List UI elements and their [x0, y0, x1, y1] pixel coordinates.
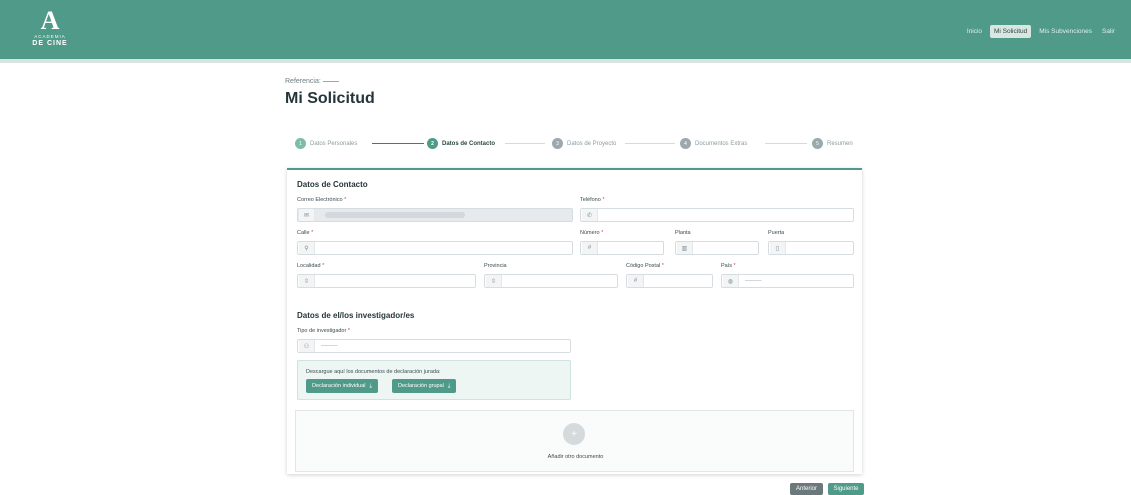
- street-field[interactable]: ⚲: [297, 241, 573, 255]
- phone-label: Teléfono *: [580, 197, 605, 203]
- email-field[interactable]: ✉: [297, 208, 573, 222]
- nav-mi-solicitud[interactable]: Mi Solicitud: [990, 25, 1032, 38]
- step-number: 2: [427, 138, 438, 149]
- step-label: Datos Personales: [310, 140, 358, 147]
- add-document-button[interactable]: +: [563, 423, 585, 445]
- step-number: 1: [295, 138, 306, 149]
- number-icon: #: [628, 275, 644, 287]
- logo-main: DE CINE: [32, 40, 68, 47]
- download-instructions: Descargue aquí los documentos de declara…: [306, 369, 441, 375]
- download-individual-label: Declaración individual: [312, 383, 366, 389]
- province-field[interactable]: ⇳: [484, 274, 618, 288]
- city-field[interactable]: ⇳: [297, 274, 476, 288]
- step-number: 3: [552, 138, 563, 149]
- phone-field[interactable]: ✆: [580, 208, 854, 222]
- stepper-connector: [372, 143, 424, 144]
- step-documentos-extras[interactable]: 4 Documentos Extras: [680, 138, 747, 149]
- top-navbar: A ACADEMIA DE CINE Inicio Mi Solicitud M…: [0, 0, 1131, 63]
- email-label: Correo Electrónico *: [297, 197, 347, 203]
- location-icon: ⇳: [486, 275, 502, 287]
- download-icon: ⤓: [447, 382, 451, 389]
- country-value: ———: [745, 278, 762, 284]
- nav-mis-subvenciones[interactable]: Mis Subvenciones: [1037, 25, 1094, 38]
- door-field[interactable]: ▯: [768, 241, 854, 255]
- door-icon: ▯: [770, 242, 786, 254]
- step-datos-personales[interactable]: 1 Datos Personales: [295, 138, 357, 149]
- contact-form-card: Datos de Contacto Correo Electrónico * ✉…: [287, 168, 862, 474]
- step-number: 4: [680, 138, 691, 149]
- download-icon: ⤓: [369, 382, 372, 389]
- country-label: País *: [721, 263, 736, 269]
- step-label: Datos de Proyecto: [567, 140, 617, 147]
- number-label: Número *: [580, 230, 604, 236]
- postal-code-field[interactable]: #: [626, 274, 713, 288]
- download-group-label: Declaración grupal: [398, 383, 444, 389]
- country-select[interactable]: ◍ ———: [721, 274, 854, 288]
- reference-label-text: Referencia:: [285, 78, 321, 85]
- plus-icon: +: [571, 428, 577, 440]
- download-group-button[interactable]: Declaración grupal ⤓: [392, 379, 457, 393]
- step-number: 5: [812, 138, 823, 149]
- envelope-icon: ✉: [299, 209, 315, 221]
- email-value-redacted: [325, 212, 465, 218]
- researcher-type-label: Tipo de investigador *: [297, 328, 350, 334]
- main-nav: Inicio Mi Solicitud Mis Subvenciones Sal…: [965, 25, 1117, 38]
- stepper-connector: [625, 143, 675, 144]
- logo-letter: A: [40, 6, 60, 35]
- previous-button[interactable]: Anterior: [790, 483, 823, 495]
- door-label: Puerta: [768, 230, 785, 236]
- researcher-type-value: ———: [321, 343, 338, 349]
- step-label: Resumen: [827, 140, 853, 147]
- reference-label: Referencia:: [285, 78, 339, 85]
- number-icon: #: [582, 242, 598, 254]
- nav-inicio[interactable]: Inicio: [965, 25, 984, 38]
- form-stepper: 1 Datos Personales 2 Datos de Contacto 3…: [295, 138, 855, 150]
- step-datos-contacto[interactable]: 2 Datos de Contacto: [427, 138, 495, 149]
- reference-value: [322, 80, 339, 82]
- users-icon: ⚇: [299, 340, 315, 352]
- add-document-area: + Añadir otro documento: [295, 410, 854, 472]
- section-title-investigadores: Datos de el/los investigador/es: [297, 311, 415, 320]
- street-label: Calle *: [297, 230, 314, 236]
- globe-icon: ◍: [723, 275, 739, 287]
- section-title-contacto: Datos de Contacto: [297, 180, 368, 189]
- download-individual-button[interactable]: Declaración individual ⤓: [306, 379, 378, 393]
- phone-icon: ✆: [582, 209, 598, 221]
- stepper-connector: [505, 143, 545, 144]
- page-title: Mi Solicitud: [285, 90, 375, 107]
- academia-logo[interactable]: A ACADEMIA DE CINE: [30, 8, 70, 56]
- location-icon: ⇳: [299, 275, 315, 287]
- next-button[interactable]: Siguiente: [828, 483, 864, 495]
- postal-code-label: Código Postal *: [626, 263, 664, 269]
- city-label: Localidad *: [297, 263, 325, 269]
- nav-salir[interactable]: Salir: [1100, 25, 1117, 38]
- map-pin-icon: ⚲: [299, 242, 315, 254]
- step-label: Documentos Extras: [695, 140, 748, 147]
- download-declarations-box: Descargue aquí los documentos de declara…: [297, 360, 571, 400]
- floor-label: Planta: [675, 230, 691, 236]
- step-label: Datos de Contacto: [442, 140, 496, 147]
- number-field[interactable]: #: [580, 241, 664, 255]
- stepper-connector: [765, 143, 807, 144]
- researcher-type-select[interactable]: ⚇ ———: [297, 339, 571, 353]
- step-datos-proyecto[interactable]: 3 Datos de Proyecto: [552, 138, 616, 149]
- step-resumen[interactable]: 5 Resumen: [812, 138, 853, 149]
- floor-field[interactable]: ▥: [675, 241, 759, 255]
- building-icon: ▥: [677, 242, 693, 254]
- add-document-label: Añadir otro documento: [547, 454, 604, 460]
- province-label: Provincia: [484, 263, 507, 269]
